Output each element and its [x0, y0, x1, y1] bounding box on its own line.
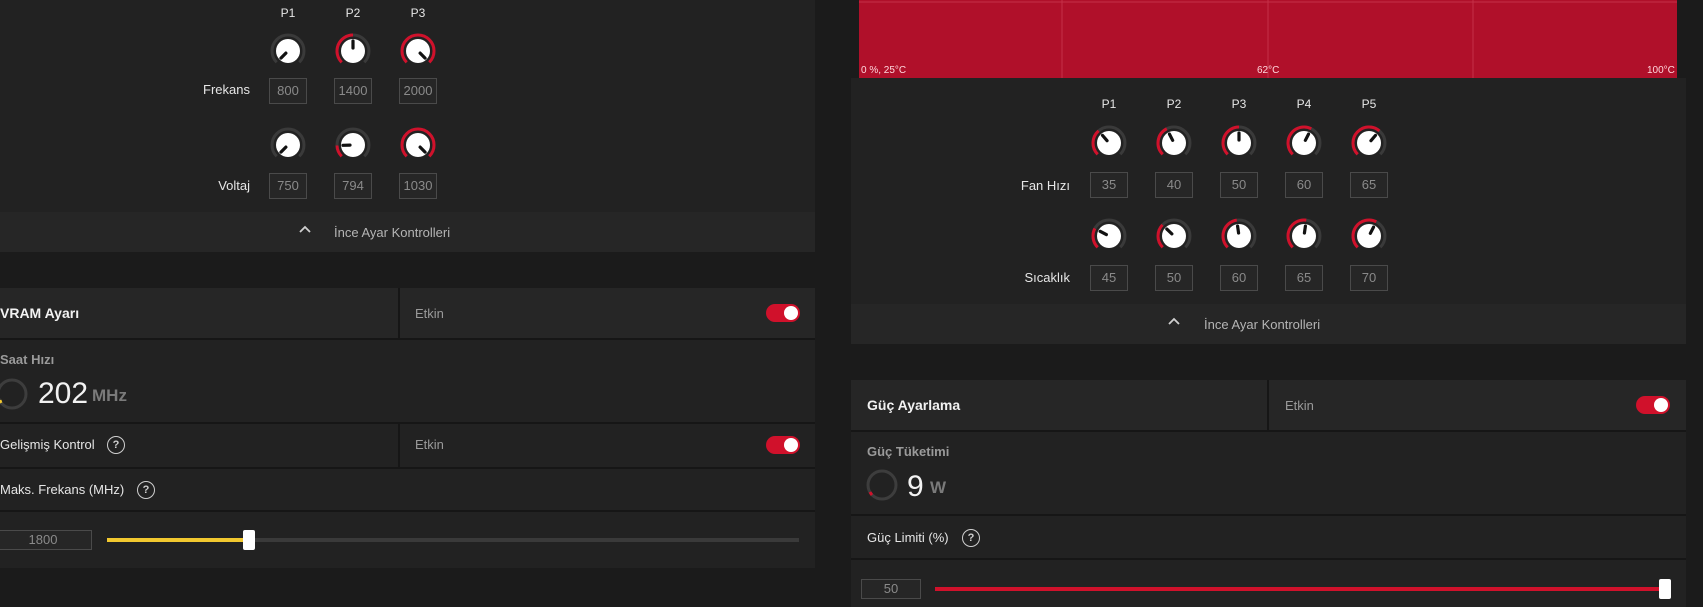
- vram-status: Etkin: [415, 306, 444, 321]
- power-toggle[interactable]: [1636, 396, 1670, 414]
- max-freq-input[interactable]: 1800: [0, 530, 92, 550]
- row-label-frekans: Frekans: [203, 82, 250, 97]
- divider: [0, 467, 815, 469]
- clock-unit: MHz: [92, 386, 127, 405]
- consumption-value: 9: [907, 470, 924, 503]
- fan-speed-input-4[interactable]: 60: [1285, 172, 1323, 198]
- fan-speed-knob-5[interactable]: [1349, 123, 1389, 163]
- fan-fine-tune-label[interactable]: İnce Ayar Kontrolleri: [1204, 317, 1320, 332]
- max-freq-slider-thumb[interactable]: [242, 530, 255, 550]
- help-icon[interactable]: ?: [107, 436, 125, 454]
- chevron-up-icon[interactable]: [1167, 314, 1181, 329]
- advanced-toggle[interactable]: [766, 436, 800, 454]
- frequency-knob-1[interactable]: [268, 31, 308, 71]
- frequency-knob-3[interactable]: [398, 31, 438, 71]
- power-status: Etkin: [1285, 398, 1314, 413]
- divider: [0, 338, 815, 340]
- max-freq-label: Maks. Frekans (MHz): [0, 482, 125, 497]
- frequency-input-3[interactable]: 2000: [399, 78, 437, 104]
- divider: [0, 422, 815, 424]
- vram-header: [0, 288, 815, 338]
- voltage-input-2[interactable]: 794: [334, 173, 372, 199]
- fan-speed-input-1[interactable]: 35: [1090, 172, 1128, 198]
- temperature-knob-5[interactable]: [1349, 216, 1389, 256]
- vram-title: VRAM Ayarı: [0, 305, 80, 321]
- power-limit-input[interactable]: 50: [861, 579, 921, 599]
- voltage-knob-3[interactable]: [398, 125, 438, 165]
- row-label-voltaj: Voltaj: [218, 178, 250, 193]
- temperature-input-4[interactable]: 65: [1285, 265, 1323, 291]
- consumption-unit: W: [930, 478, 947, 497]
- frequency-input-2[interactable]: 1400: [334, 78, 372, 104]
- divider: [851, 558, 1686, 560]
- fan-speed-input-5[interactable]: 65: [1350, 172, 1388, 198]
- column-header-p3: P3: [1231, 97, 1247, 111]
- temperature-input-1[interactable]: 45: [1090, 265, 1128, 291]
- temperature-knob-1[interactable]: [1089, 216, 1129, 256]
- divider: [0, 510, 815, 512]
- column-header-p1: P1: [280, 6, 296, 20]
- frequency-knob-2[interactable]: [333, 31, 373, 71]
- divider: [851, 514, 1686, 516]
- vram-toggle[interactable]: [766, 304, 800, 322]
- clock-gauge-icon: [0, 374, 32, 419]
- vram-header-divider: [398, 288, 400, 338]
- fan-speed-knob-4[interactable]: [1284, 123, 1324, 163]
- temperature-knob-2[interactable]: [1154, 216, 1194, 256]
- left-fine-tune-label[interactable]: İnce Ayar Kontrolleri: [334, 225, 450, 240]
- voltage-input-3[interactable]: 1030: [399, 173, 437, 199]
- graph-axis-max: 100°C: [1647, 65, 1675, 76]
- max-freq-slider-fill: [107, 538, 249, 542]
- toggle-knob: [1654, 398, 1668, 412]
- power-limit-slider-fill: [935, 587, 1665, 591]
- advanced-control-label: Gelişmiş Kontrol: [0, 437, 95, 452]
- row-label-fan-speed: Fan Hızı: [1020, 178, 1070, 193]
- consumption-title: Güç Tüketimi: [867, 444, 950, 459]
- graph-axis-mid: 62°C: [1257, 65, 1280, 76]
- graph-axis-min: 0 %, 25°C: [861, 65, 907, 76]
- column-header-p1: P1: [1101, 97, 1117, 111]
- column-header-p4: P4: [1296, 97, 1312, 111]
- voltage-knob-1[interactable]: [268, 125, 308, 165]
- fan-speed-knob-1[interactable]: [1089, 123, 1129, 163]
- divider: [851, 430, 1686, 432]
- column-header-p2: P2: [1166, 97, 1182, 111]
- voltage-knob-2[interactable]: [333, 125, 373, 165]
- clock-value: 202: [38, 377, 89, 410]
- temperature-input-5[interactable]: 70: [1350, 265, 1388, 291]
- help-icon[interactable]: ?: [962, 529, 980, 547]
- power-limit-label: Güç Limiti (%): [867, 530, 949, 545]
- column-header-p2: P2: [345, 6, 361, 20]
- toggle-knob: [784, 438, 798, 452]
- clock-title: Saat Hızı: [0, 352, 55, 367]
- temperature-knob-3[interactable]: [1219, 216, 1259, 256]
- fan-tuning-panel: [851, 78, 1686, 304]
- column-header-p5: P5: [1361, 97, 1377, 111]
- temperature-input-3[interactable]: 60: [1220, 265, 1258, 291]
- chevron-up-icon[interactable]: [298, 222, 312, 237]
- frequency-input-1[interactable]: 800: [269, 78, 307, 104]
- power-gauge-icon: [862, 465, 902, 510]
- help-icon[interactable]: ?: [137, 481, 155, 499]
- fan-speed-input-3[interactable]: 50: [1220, 172, 1258, 198]
- temperature-knob-4[interactable]: [1284, 216, 1324, 256]
- column-header-p3: P3: [410, 6, 426, 20]
- power-header-divider: [1267, 380, 1269, 430]
- voltage-input-1[interactable]: 750: [269, 173, 307, 199]
- power-limit-slider-thumb[interactable]: [1659, 579, 1671, 599]
- row-label-temperature: Sıcaklık: [1024, 270, 1070, 285]
- advanced-divider: [398, 424, 400, 467]
- fan-speed-knob-3[interactable]: [1219, 123, 1259, 163]
- fan-speed-knob-2[interactable]: [1154, 123, 1194, 163]
- temperature-input-2[interactable]: 50: [1155, 265, 1193, 291]
- toggle-knob: [784, 306, 798, 320]
- advanced-status: Etkin: [415, 437, 444, 452]
- power-title: Güç Ayarlama: [867, 397, 961, 413]
- fan-speed-input-2[interactable]: 40: [1155, 172, 1193, 198]
